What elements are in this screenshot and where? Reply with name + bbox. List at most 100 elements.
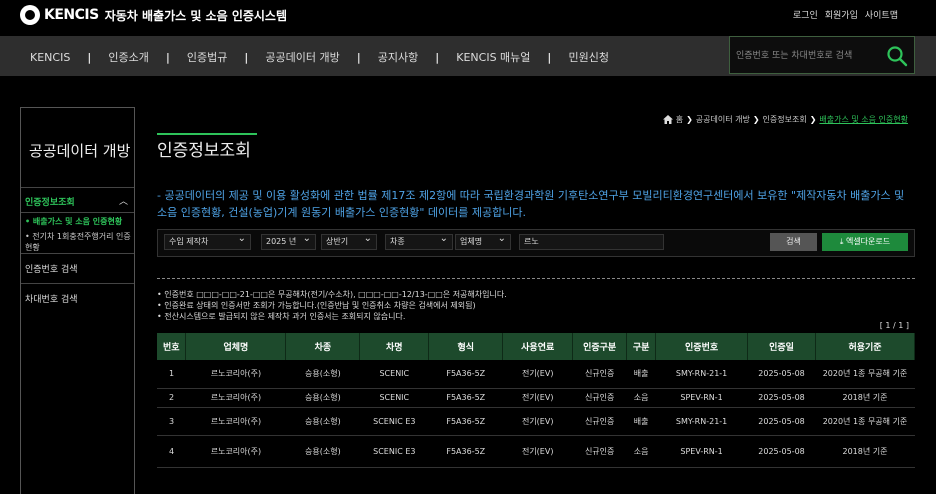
col-header: 업체명 <box>185 333 287 360</box>
col-header: 사용연료 <box>502 333 574 360</box>
sidebar-subitem-emission[interactable]: • 배출가스 및 소음 인증현황 <box>25 216 122 227</box>
col-header: 인증일 <box>747 333 816 360</box>
breadcrumb-current[interactable]: 배출가스 및 소음 인증현황 <box>819 114 908 125</box>
cell: 전기(EV) <box>502 388 573 408</box>
cell: 2025-05-08 <box>747 407 816 436</box>
breadcrumb-home[interactable]: 홈 <box>676 114 683 125</box>
chevron-right-icon: ❯ <box>686 115 693 124</box>
cell: SCENIC E3 <box>359 435 429 468</box>
sidebar-item-label: 인증번호 검색 <box>25 265 78 275</box>
sitemap-link[interactable]: 사이트맵 <box>865 8 898 21</box>
cell: 신규인증 <box>572 360 627 389</box>
cell: 2025-05-08 <box>747 435 816 468</box>
chevron-up-icon: ︿ <box>118 197 128 207</box>
cell: 2020년 1종 무공해 기준 <box>815 360 915 389</box>
search-icon[interactable] <box>886 45 908 67</box>
cell: 2025-05-08 <box>747 388 816 408</box>
nav-separator: | <box>244 50 249 64</box>
col-header: 인증번호 <box>655 333 749 360</box>
cell: F5A36-5Z <box>428 388 503 408</box>
cell: 2018년 기준 <box>815 388 915 408</box>
cell: SCENIC <box>359 388 429 408</box>
cell: 2 <box>157 388 186 408</box>
table-row[interactable]: 1 르노코리아(주) 승용(소형) SCENIC F5A36-5Z 전기(EV)… <box>157 360 915 389</box>
chevron-right-icon: ❯ <box>809 115 817 124</box>
home-icon[interactable] <box>662 115 673 124</box>
cell: F5A36-5Z <box>428 360 503 389</box>
nav-item-notices[interactable]: 공지사항 <box>378 49 418 65</box>
cell: 배출 <box>626 360 656 389</box>
half-select[interactable]: 상반기 <box>321 232 377 250</box>
cell: 전기(EV) <box>502 435 573 468</box>
sidebar-section-label: 인증정보조회 <box>25 198 75 208</box>
page-title: 인증정보조회 <box>157 141 251 161</box>
excel-download-button[interactable]: ⤓ 엑셀다운로드 <box>822 233 908 251</box>
logo[interactable]: KENCIS 자동차 배출가스 및 소음 인증시스템 <box>20 5 287 25</box>
search-input[interactable] <box>736 47 886 65</box>
cell: F5A36-5Z <box>428 435 503 468</box>
header-search <box>729 36 915 74</box>
vehicle-type-select[interactable]: 수입 제작차 <box>164 232 251 250</box>
col-header: 형식 <box>428 333 504 360</box>
breadcrumb-cert-info[interactable]: 인증정보조회 <box>763 114 807 125</box>
table-header-row: 번호 업체명 차종 차명 형식 사용연료 인증구분 구분 인증번호 인증일 허용… <box>157 333 915 360</box>
cell: SPEV-RN-1 <box>655 435 748 468</box>
page-indicator: [ 1 / 1 ] <box>879 321 909 330</box>
login-link[interactable]: 로그인 <box>793 8 818 21</box>
cell: 승용(소형) <box>285 407 360 436</box>
nav-item-regulations[interactable]: 인증법규 <box>187 49 227 65</box>
cell: SCENIC E3 <box>359 407 429 436</box>
nav-item-manual[interactable]: KENCIS 매뉴얼 <box>456 49 530 65</box>
sidebar-subitem-ev-range[interactable]: • 전기차 1회충전주행거리 인증현황 <box>25 231 135 253</box>
breadcrumb: 홈 ❯ 공공데이터 개방 ❯ 인증정보조회 ❯ 배출가스 및 소음 인증현황 <box>662 114 908 125</box>
signup-link[interactable]: 회원가입 <box>825 8 858 21</box>
search-button[interactable]: 검색 <box>770 233 817 251</box>
sidebar-item-vin[interactable]: 차대번호 검색 <box>21 283 134 313</box>
cell: 4 <box>157 435 186 468</box>
cell: 1 <box>157 360 186 389</box>
nav-item-public-data[interactable]: 공공데이터 개방 <box>265 49 339 65</box>
sidebar-section-cert-info[interactable]: 인증정보조회 ︿ <box>21 187 134 213</box>
nav-separator: | <box>165 50 170 64</box>
nav-item-civil[interactable]: 민원신청 <box>568 49 608 65</box>
keyword-input[interactable]: 르노 <box>519 234 664 250</box>
cell: 배출 <box>626 407 656 436</box>
notes: • 인증번호 □□□-□□-21-□□은 무공해차(전기/수소차), □□□-□… <box>157 289 507 322</box>
title-accent-line <box>157 133 257 135</box>
nav-item-kencis[interactable]: KENCIS <box>30 51 70 64</box>
nav-separator: | <box>435 50 440 64</box>
cell: 2018년 기준 <box>815 435 915 468</box>
sidebar-item-label: 차대번호 검색 <box>25 295 78 305</box>
sidebar-item-cert-number[interactable]: 인증번호 검색 <box>21 253 134 283</box>
col-header: 인증구분 <box>572 333 628 360</box>
breadcrumb-public-data[interactable]: 공공데이터 개방 <box>696 114 750 125</box>
note-item: • 전산시스템으로 발급되지 않은 제작차 과거 인증서는 조회되지 않습니다. <box>157 312 406 321</box>
car-type-select[interactable]: 차종 <box>385 232 453 250</box>
cell: SMY-RN-21-1 <box>655 360 748 389</box>
cell: 소음 <box>626 435 656 468</box>
cell: 소음 <box>626 388 656 408</box>
cell: 전기(EV) <box>502 360 573 389</box>
cell: SMY-RN-21-1 <box>655 407 748 436</box>
nav-separator: | <box>356 50 361 64</box>
table-row[interactable]: 3 르노코리아(주) 승용(소형) SCENIC E3 F5A36-5Z 전기(… <box>157 407 915 436</box>
cell: 3 <box>157 407 186 436</box>
filter-bar: 수입 제작차 2025 년 상반기 차종 업체명 르노 검색 ⤓ 엑셀다운로드 <box>157 229 915 257</box>
cell: 르노코리아(주) <box>185 388 286 408</box>
search-field-select[interactable]: 업체명 <box>455 232 511 250</box>
year-select[interactable]: 2025 년 <box>261 232 316 250</box>
cell: SPEV-RN-1 <box>655 388 748 408</box>
note-item: • 인증번호 □□□-□□-21-□□은 무공해차(전기/수소차), □□□-□… <box>157 290 507 299</box>
col-header: 허용기준 <box>815 333 915 360</box>
table-row[interactable]: 4 르노코리아(주) 승용(소형) SCENIC E3 F5A36-5Z 전기(… <box>157 435 915 468</box>
cell: 신규인증 <box>572 388 627 408</box>
cell: 승용(소형) <box>285 388 360 408</box>
nav-item-intro[interactable]: 인증소개 <box>108 49 148 65</box>
results-table: 번호 업체명 차종 차명 형식 사용연료 인증구분 구분 인증번호 인증일 허용… <box>157 333 915 468</box>
cell: 르노코리아(주) <box>185 407 286 436</box>
chevron-right-icon: ❯ <box>752 115 760 124</box>
table-row[interactable]: 2 르노코리아(주) 승용(소형) SCENIC F5A36-5Z 전기(EV)… <box>157 388 915 408</box>
col-header: 차종 <box>285 333 361 360</box>
sidebar-title: 공공데이터 개방 <box>29 142 131 160</box>
col-header: 번호 <box>157 333 187 360</box>
